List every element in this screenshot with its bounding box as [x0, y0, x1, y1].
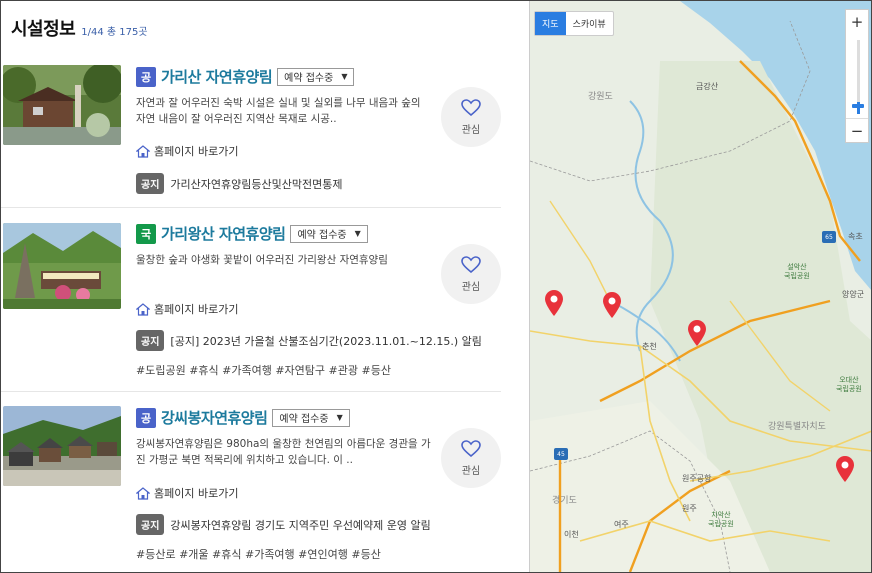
place-label-geumgangsan: 금강산	[696, 82, 719, 91]
park-label-odaesan: 오대산 국립공원	[836, 376, 862, 393]
public-badge: 공	[136, 407, 156, 428]
city-label-chuncheon: 춘천	[642, 342, 657, 351]
map-pin-marker[interactable]	[601, 291, 623, 319]
map-type-toggle: 지도 스카이뷰	[534, 11, 614, 36]
facility-description: 울창한 숲과 야생화 꽃밭이 어우러진 가리왕산 자연휴양림	[136, 254, 388, 266]
hashtag-list: #등산로 #개울 #휴식 #가족여행 #연인여행 #등산	[136, 548, 381, 561]
favorite-button[interactable]: 관심	[441, 87, 501, 147]
facility-title-row: 국 가리왕산 자연휴양림 예약 접수중 ▼	[136, 223, 368, 244]
facility-name[interactable]: 가리왕산 자연휴양림	[161, 223, 286, 244]
home-icon	[136, 302, 150, 316]
favorite-button[interactable]: 관심	[441, 428, 501, 488]
heart-icon	[461, 255, 481, 273]
notice-text: [공지] 2023년 가을철 산불조심기간(2023.11.01.~12.15.…	[170, 334, 482, 348]
forest-cabins-image	[3, 406, 121, 486]
region-label-gangwon: 강원도	[588, 92, 613, 102]
map-pin-marker[interactable]	[834, 455, 856, 483]
favorite-label: 관심	[461, 124, 481, 136]
hashtag-list: #도립공원 #휴식 #가족여행 #자연탐구 #관광 #등산	[136, 364, 391, 377]
homepage-link[interactable]: 홈페이지 바로가기	[136, 485, 238, 501]
city-label-yeoju: 여주	[614, 520, 629, 529]
city-label-wonju: 원주	[682, 504, 697, 513]
notice-row[interactable]: 공지 [공지] 2023년 가을철 산불조심기간(2023.11.01.~12.…	[136, 330, 482, 351]
homepage-link[interactable]: 홈페이지 바로가기	[136, 301, 238, 317]
facility-thumbnail[interactable]	[3, 65, 121, 145]
facility-title-row: 공 가리산 자연휴양림 예약 접수중 ▼	[136, 66, 355, 87]
homepage-link-label: 홈페이지 바로가기	[154, 145, 239, 158]
facility-description: 자연과 잘 어우러진 숙박 시설은 실내 및 실외를 나무 내음과 숲의 자연 …	[136, 97, 421, 125]
reservation-status-dropdown[interactable]: 예약 접수중 ▼	[277, 67, 355, 86]
caret-down-icon: ▼	[354, 229, 361, 238]
map-view[interactable]: 지도 스카이뷰 + − 강원도 금강산 춘천 속초 양양군 설악산 국립공원 오…	[529, 1, 871, 572]
public-badge: 공	[136, 66, 156, 87]
forest-cabin-image	[3, 65, 121, 145]
skyview-button[interactable]: 스카이뷰	[566, 12, 613, 35]
heart-icon	[461, 439, 481, 457]
forest-sign-image	[3, 223, 121, 309]
home-icon	[136, 144, 150, 158]
reservation-status-dropdown[interactable]: 예약 접수중 ▼	[290, 224, 368, 243]
national-badge: 국	[136, 223, 156, 244]
notice-tag: 공지	[136, 514, 165, 535]
homepage-link[interactable]: 홈페이지 바로가기	[136, 143, 238, 159]
item-divider	[1, 391, 501, 392]
result-count: 1/44 총 175곳	[81, 27, 148, 38]
homepage-link-label: 홈페이지 바로가기	[154, 487, 239, 500]
reservation-status-label: 예약 접수중	[297, 230, 347, 241]
homepage-link-label: 홈페이지 바로가기	[154, 303, 239, 316]
park-label-chiaksan: 치악산 국립공원	[708, 511, 734, 528]
city-label-yangyang: 양양군	[842, 290, 865, 299]
notice-tag: 공지	[136, 330, 165, 351]
facility-list-panel: 시설정보 1/44 총 175곳 공 가리산 자연휴양림 예약 접수중 ▼ 자연…	[1, 1, 529, 572]
notice-text: 가리산자연휴양림등산및산막전면통제	[170, 177, 343, 191]
reservation-status-dropdown[interactable]: 예약 접수중 ▼	[272, 408, 350, 427]
route-shield-65: 65	[822, 231, 836, 243]
home-icon	[136, 486, 150, 500]
zoom-control: + −	[845, 9, 869, 143]
facility-description: 강씨봉자연휴양림은 980ha의 울창한 천연림의 아름다운 경관을 가진 가평…	[136, 438, 431, 466]
item-divider	[1, 207, 501, 208]
facility-name[interactable]: 가리산 자연휴양림	[161, 66, 273, 87]
zoom-slider-handle[interactable]	[852, 104, 864, 108]
map-pin-marker[interactable]	[686, 319, 708, 347]
page-title: 시설정보	[11, 19, 76, 40]
zoom-in-button[interactable]: +	[846, 10, 868, 34]
list-header: 시설정보 1/44 총 175곳	[11, 15, 148, 41]
caret-down-icon: ▼	[336, 413, 343, 422]
zoom-out-button[interactable]: −	[846, 118, 868, 142]
reservation-status-label: 예약 접수중	[284, 73, 334, 84]
route-shield-45: 45	[554, 448, 568, 460]
caret-down-icon: ▼	[341, 72, 348, 81]
city-label-sokcho: 속초	[848, 232, 863, 241]
facility-name[interactable]: 강씨봉자연휴양림	[161, 407, 268, 428]
favorite-label: 관심	[461, 465, 481, 477]
map-view-button[interactable]: 지도	[535, 12, 566, 35]
map-pin-marker[interactable]	[543, 289, 565, 317]
facility-thumbnail[interactable]	[3, 406, 121, 486]
facility-thumbnail[interactable]	[3, 223, 121, 309]
favorite-button[interactable]: 관심	[441, 244, 501, 304]
heart-icon	[461, 98, 481, 116]
city-label-icheon: 이천	[564, 530, 579, 539]
region-label-gangwon-special: 강원특별자치도	[768, 422, 826, 432]
reservation-status-label: 예약 접수중	[279, 414, 329, 425]
notice-tag: 공지	[136, 173, 165, 194]
region-label-gyeonggi: 경기도	[552, 496, 577, 506]
facility-title-row: 공 강씨봉자연휴양림 예약 접수중 ▼	[136, 407, 350, 428]
notice-row[interactable]: 공지 가리산자연휴양림등산및산막전면통제	[136, 173, 342, 194]
favorite-label: 관심	[461, 281, 481, 293]
park-label-seoraksan: 설악산 국립공원	[784, 263, 810, 280]
place-label-wonju-airport: 원주공항	[682, 474, 712, 483]
notice-text: 강씨봉자연휴양림 경기도 지역주민 우선예약제 운영 알림	[170, 518, 431, 532]
notice-row[interactable]: 공지 강씨봉자연휴양림 경기도 지역주민 우선예약제 운영 알림	[136, 514, 431, 535]
